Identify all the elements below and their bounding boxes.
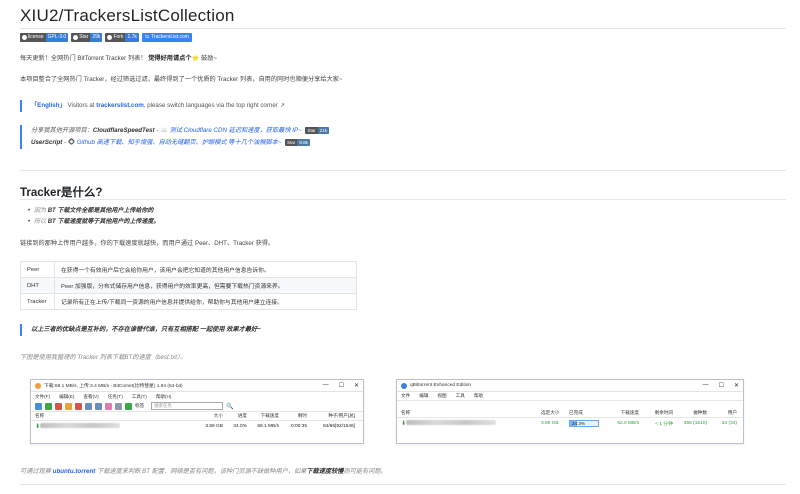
menu-item[interactable]: 编辑 <box>419 393 428 399</box>
maximize-icon[interactable]: ☐ <box>719 382 724 389</box>
section-divider <box>20 170 786 171</box>
menu-item[interactable]: 任务(T) <box>108 394 123 400</box>
list-item: 所以 BT 下载速度就等于其他用户的上传速度。 <box>28 217 159 228</box>
qbit-columns: 名称 选定大小 已完成 下载速度 剩余时间 做种数 用户 <box>397 409 743 418</box>
github-icon <box>107 35 113 40</box>
bitcomet-icon <box>35 382 41 389</box>
favorite-icon[interactable] <box>105 402 112 410</box>
list-item: 因为 BT 下载文件全都是其他用户上传给你的 <box>28 206 159 217</box>
ubuntu-torrent-link[interactable]: ubuntu.torrent <box>53 468 96 475</box>
menu-item[interactable]: 查看(V) <box>83 394 98 400</box>
menu-item[interactable]: 文件 <box>401 393 410 399</box>
menu-item[interactable]: 工具(T) <box>132 394 147 400</box>
properties-icon[interactable] <box>65 402 72 410</box>
search-input[interactable]: 搜索任务 <box>151 402 224 410</box>
share-projects: 分享我其他开源项目：CloudflareSpeedTest - ☁️ 测试 Cl… <box>20 125 329 149</box>
settings-icon[interactable] <box>115 402 122 410</box>
cloud-icon: ☁️ <box>160 127 168 134</box>
bitcomet-window: 下载:68.1 MB/s, 上传:3.4 MB/s - BitComet(比特彗… <box>30 379 364 444</box>
stop-icon[interactable] <box>55 402 62 410</box>
maximize-icon[interactable]: ☐ <box>339 382 344 389</box>
peer-dht-tracker-table: Peer 在获得一个有效用户后它会给你用户，该用户会把它知道的其他用户信息告诉你。… <box>20 261 357 310</box>
github-icon <box>22 35 27 40</box>
blurred-filename <box>406 419 497 425</box>
section-heading: Tracker是什么? <box>20 187 103 199</box>
tracker-bullets: 因为 BT 下载文件全都是其他用户上传给你的 所以 BT 下载速度就等于其他用户… <box>28 206 159 228</box>
down-icon[interactable] <box>95 402 102 410</box>
table-row[interactable]: ⬇ 3.59 GB 24.3% 62.0 MB/s < 1 分钟 355 (15… <box>397 418 743 428</box>
bitcomet-columns: 名称 大小 进度 下载速度 剩时 种子/用户[总] <box>31 412 363 421</box>
minimize-icon[interactable]: — <box>323 382 329 389</box>
table-row: Peer 在获得一个有效用户后它会给你用户，该用户会把它知道的其他用户信息告诉你。 <box>20 261 357 278</box>
menu-item[interactable]: 编辑(E) <box>59 394 74 400</box>
table-row: DHT Peer 加强版，分布式储存用户信息，获得用户的效率更高，但需要下载热门资… <box>20 277 357 294</box>
delete-icon[interactable] <box>75 402 82 410</box>
close-icon[interactable]: ✕ <box>354 382 359 389</box>
qbit-menu: 文件 编辑 视图 工具 帮助 <box>397 392 743 401</box>
badge-row: license GPL-3.0 Star 29k Fork 1.7k ⇆ Trac… <box>20 33 192 42</box>
heading-divider <box>20 199 786 200</box>
minimize-icon[interactable]: — <box>703 382 709 389</box>
menu-item[interactable]: 文件(F) <box>35 394 50 400</box>
userscript-link[interactable]: Github 高速下载、知乎增强、自动无缝翻页、护眼模式 等十几个油猴脚本~ <box>77 139 282 146</box>
qbittorrent-icon <box>401 382 407 389</box>
title-divider <box>20 28 786 29</box>
menu-item[interactable]: 视图 <box>437 393 446 399</box>
bottom-divider <box>20 484 786 485</box>
up-icon[interactable] <box>85 402 92 410</box>
star-icon: ⭐ <box>191 55 200 62</box>
start-icon[interactable] <box>45 402 52 410</box>
cfst-link[interactable]: 测试 Cloudflare CDN 延迟和速度，获取最快 IP~ <box>170 127 302 134</box>
qbit-titlebar: qBittorrent Enhanced Edition — ☐ ✕ <box>397 380 743 392</box>
menu-item[interactable]: 工具 <box>456 393 465 399</box>
bitcomet-toolbar: 标签 搜索任务 🔍 <box>31 401 363 412</box>
blurred-filename <box>40 422 121 428</box>
license-badge[interactable]: license GPL-3.0 <box>20 33 69 42</box>
fork-badge[interactable]: Fork 1.7k <box>105 33 139 42</box>
cfst-star-badge[interactable]: Star 21k <box>305 126 329 134</box>
page-title: XIU2/TrackersListCollection <box>20 6 235 25</box>
qbittorrent-window: qBittorrent Enhanced Edition — ☐ ✕ 文件 编辑 视… <box>396 379 744 444</box>
tracker-paragraph: 链接到的那种上传用户越多，你的下载速度就越快，而用户通过 Peer、DHT、Tr… <box>20 240 275 247</box>
search-icon[interactable]: 🔍 <box>226 403 233 410</box>
menu-item[interactable]: 帮助 <box>474 393 483 399</box>
english-link[interactable]: 「English」 <box>31 102 66 109</box>
complement-note: 以上三者的优缺点是互补的，不存在谁替代谁，只有互相搭配 一起使用 效果才最好~ <box>20 324 261 336</box>
table-row: Tracker 记录所有正在上传/下载同一资源的用户信息并提供给你，帮助你与其他用… <box>20 293 357 310</box>
menu-item[interactable]: 帮助(H) <box>156 394 172 400</box>
footer-note: 可通过观察 ubuntu.torrent 下载速度来判断 BT 配置、网络是否有… <box>20 468 387 475</box>
intro-line-2: 本项目整合了全网热门 Tracker，经过筛选过滤，最终得到了一个优质的 Tra… <box>20 76 343 83</box>
progress-bar: 24.3% <box>569 419 599 427</box>
screenshot-caption: 下图是使用我整理的 Tracker 列表下载BT的速度（best.txt）。 <box>20 354 187 361</box>
intro-line-1: 每天更新！全网热门 BitTorrent Tracker 列表！ 觉得好用请点个… <box>20 55 218 62</box>
table-row[interactable]: ⬇ 3.59 GB 34.0% 68.1 MB/s 0:00:35 84/86[… <box>31 421 363 431</box>
bitcomet-titlebar: 下载:68.1 MB/s, 上传:3.4 MB/s - BitComet(比特彗… <box>31 380 363 392</box>
tag-icon[interactable] <box>125 402 132 410</box>
link-icon: ⇆ <box>144 34 150 40</box>
bitcomet-menu: 文件(F) 编辑(E) 查看(V) 任务(T) 工具(T) 帮助(H) <box>31 392 363 401</box>
userscript-star-badge[interactable]: Star 8.8k <box>285 138 310 146</box>
star-badge[interactable]: Star 29k <box>71 33 103 42</box>
monkey-icon: 🐵 <box>67 139 75 146</box>
github-icon <box>73 35 79 40</box>
english-notice: 「English」 Visitors at trackerslist.com, … <box>20 100 285 112</box>
trackerslist-badge[interactable]: ⇆ TrackersList.com <box>141 33 192 42</box>
new-task-icon[interactable] <box>35 402 42 410</box>
trackerslist-link[interactable]: trackerslist.com <box>96 102 143 109</box>
close-icon[interactable]: ✕ <box>734 382 739 389</box>
